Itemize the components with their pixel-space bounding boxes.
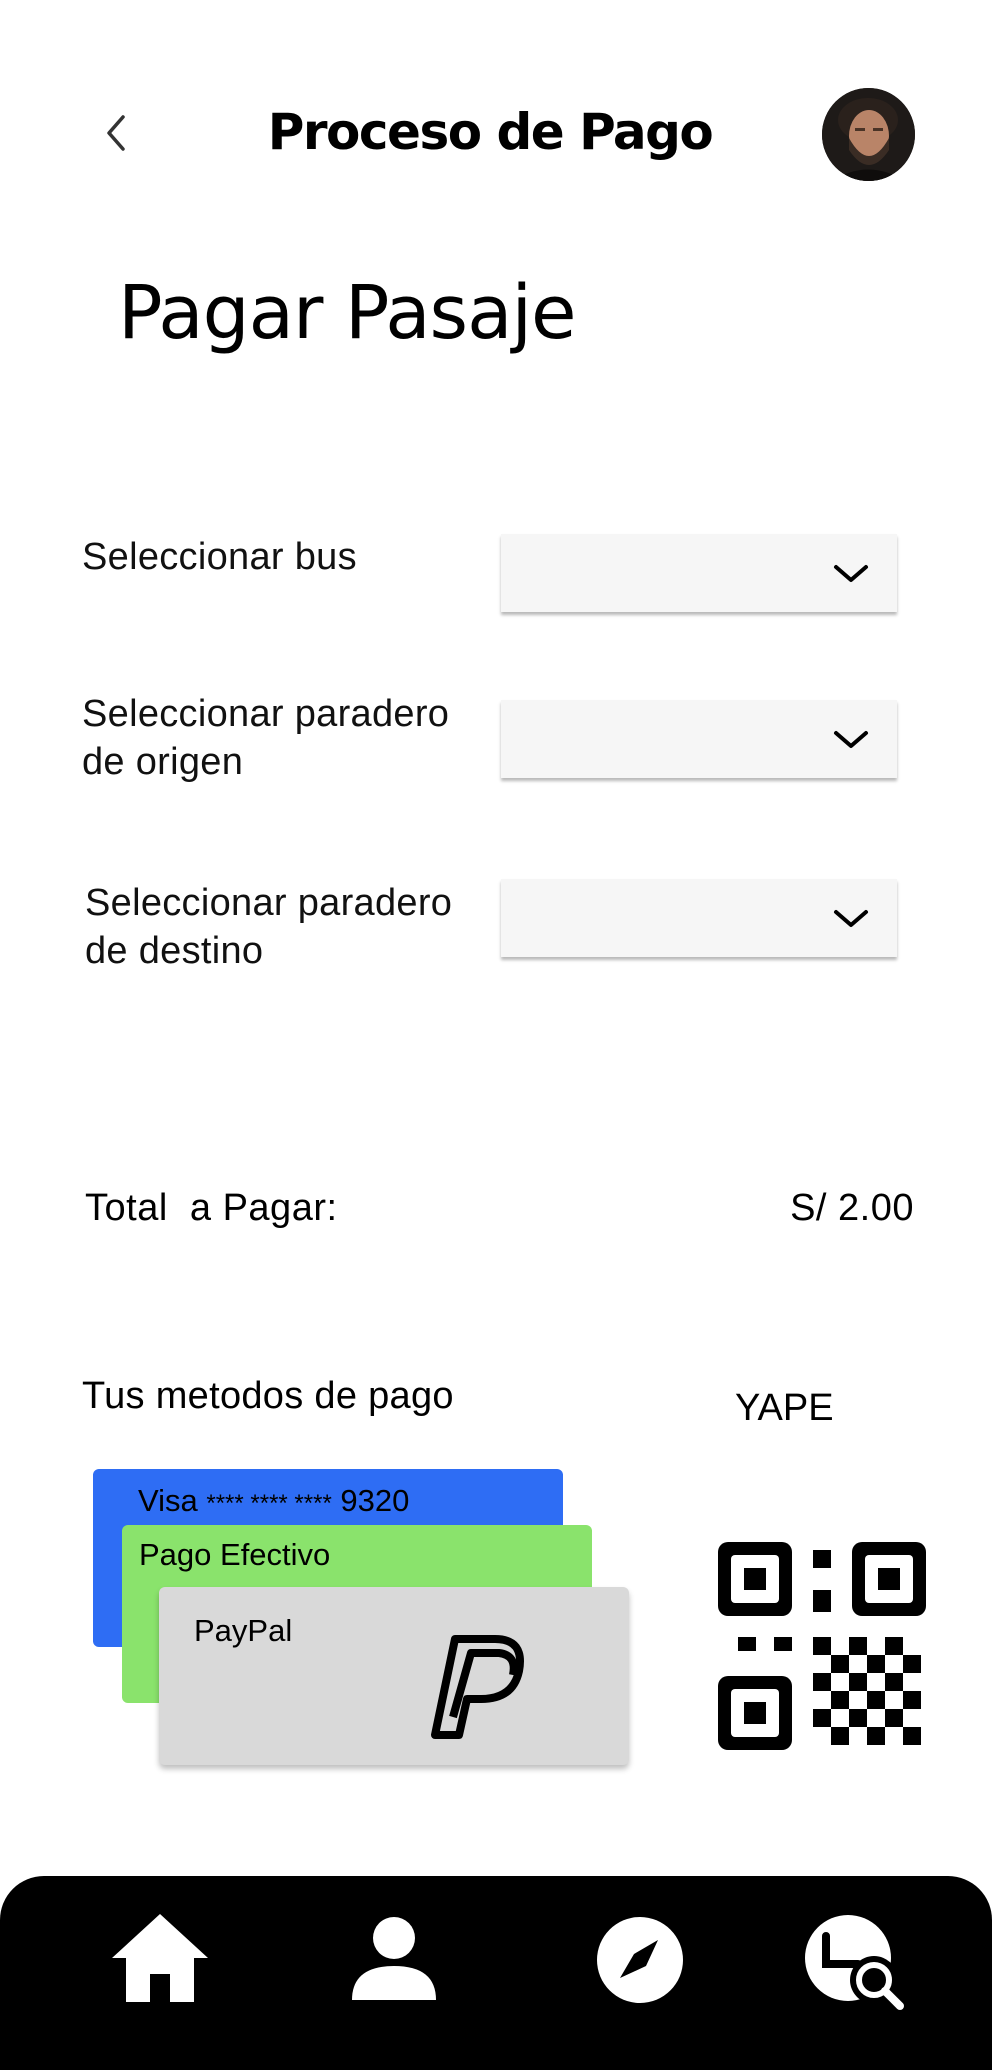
bottom-nav [0,1876,992,2070]
visa-card-prefix: Visa [138,1483,198,1518]
chevron-left-icon [107,115,125,151]
avatar[interactable] [822,88,915,181]
destination-select-label: Seleccionar paradero de destino [85,879,452,975]
nav-explore-button[interactable] [596,1916,684,2009]
nav-profile-button[interactable] [350,1916,438,2007]
paypal-logo-icon [431,1635,524,1739]
home-icon [112,1914,208,2002]
yape-qr[interactable] [718,1542,926,1755]
paypal-card[interactable]: PayPal [159,1587,629,1765]
bus-select[interactable] [501,534,897,612]
destination-label-line1: Seleccionar paradero [85,882,453,924]
chevron-down-icon [834,565,868,582]
nav-history-button[interactable] [804,1914,908,2019]
payment-methods-title: Tus metodos de pago [82,1375,454,1417]
paypal-card-label: PayPal [194,1613,293,1648]
chevron-down-icon [834,731,868,748]
total-amount: S/ 2.00 [790,1187,914,1229]
visa-card-label: Visa **** **** **** 9320 [138,1481,409,1524]
pago-efectivo-label: Pago Efectivo [139,1537,331,1572]
visa-card-mask: **** **** **** [206,1490,332,1517]
origin-label-line2: de origen [82,741,244,783]
origin-select[interactable] [501,700,897,778]
user-icon [352,1917,436,2000]
destination-label-line2: de destino [85,930,264,972]
bus-select-label: Seleccionar bus [82,536,357,578]
back-button[interactable] [95,105,139,161]
compass-icon [597,1917,683,2003]
section-title: Pagar Pasaje [118,270,577,356]
destination-select[interactable] [501,879,897,957]
yape-label: YAPE [735,1387,834,1429]
chevron-down-icon [834,910,868,927]
history-search-icon [805,1915,904,2010]
nav-home-button[interactable] [108,1912,212,2009]
qr-code-icon [718,1542,926,1750]
origin-label-line1: Seleccionar paradero [82,693,450,735]
visa-card-last4: 9320 [340,1483,410,1518]
total-label: Total a Pagar: [85,1187,338,1229]
user-avatar-icon [822,88,915,181]
page-title: Proceso de Pago [267,103,714,161]
origin-select-label: Seleccionar paradero de origen [82,690,449,786]
